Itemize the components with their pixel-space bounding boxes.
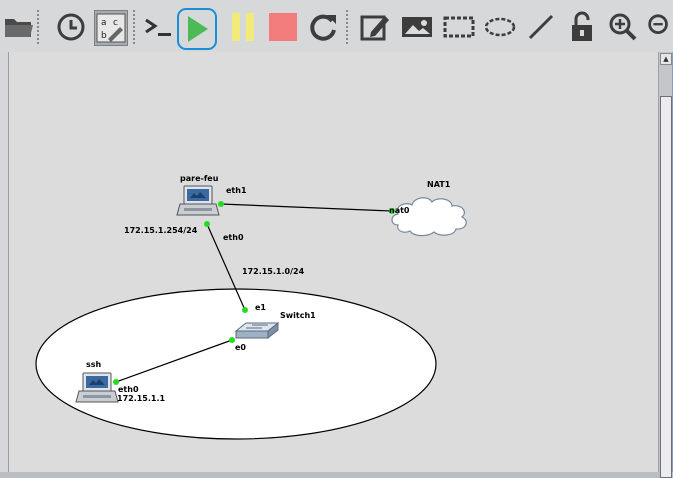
scroll-up-arrow[interactable]: ▲ [660, 53, 672, 65]
port-status-dot [204, 221, 210, 227]
port-status-dot [242, 307, 248, 313]
port-label-firewall-eth0: eth0 [223, 233, 244, 242]
nat-cloud-node[interactable] [391, 197, 467, 237]
nat-label[interactable]: NAT1 [427, 180, 451, 189]
port-label-firewall-eth1: eth1 [226, 186, 247, 195]
ssh-ip-note[interactable]: 172.15.1.1 [117, 394, 166, 403]
firewall-label[interactable]: pare-feu [180, 174, 219, 183]
port-status-dot [218, 201, 224, 207]
link-firewall-nat[interactable] [220, 203, 393, 212]
topology-diagram: pare-feu NAT1 Switch1 ssh eth1 eth0 nat0… [35, 174, 467, 440]
scrollbar-thumb[interactable] [660, 96, 672, 478]
ssh-label[interactable]: ssh [86, 360, 102, 369]
vertical-scrollbar[interactable]: ▲ [658, 52, 672, 478]
port-label-switch-e1: e1 [255, 303, 266, 312]
port-label-switch-e0: e0 [235, 343, 246, 352]
port-label-nat-nat0: nat0 [389, 206, 410, 215]
firewall-ip-note[interactable]: 172.15.1.254/24 [124, 226, 198, 235]
firewall-node[interactable] [176, 185, 220, 216]
switch-label[interactable]: Switch1 [280, 311, 316, 320]
subnet-note[interactable]: 172.15.1.0/24 [242, 267, 305, 276]
port-label-ssh-eth0: eth0 [118, 385, 139, 394]
